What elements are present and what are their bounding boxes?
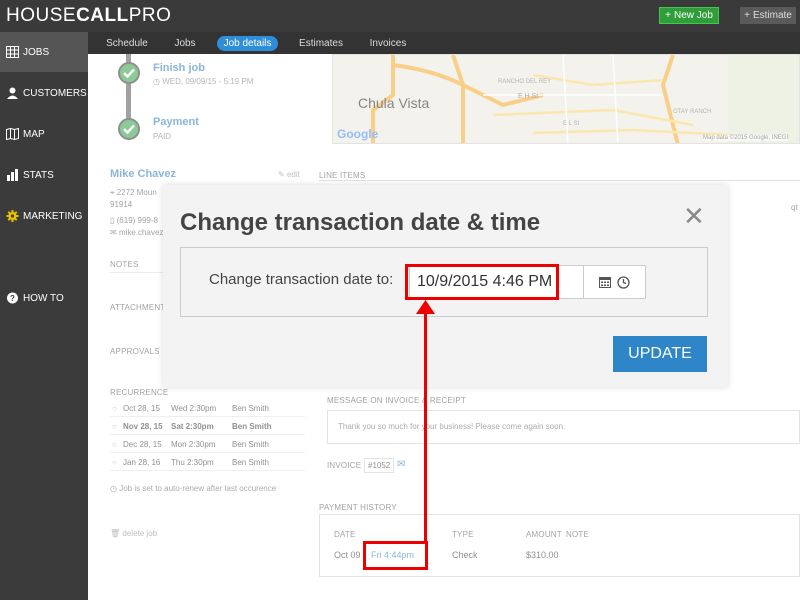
sidebar-label-map: MAP xyxy=(23,128,45,140)
job-tabs: Schedule Jobs Job details Estimates Invo… xyxy=(88,32,800,54)
svg-text:?: ? xyxy=(10,294,15,303)
sidebar-item-customers[interactable]: CUSTOMERS xyxy=(0,73,88,113)
estimate-label: Estimate xyxy=(752,10,792,21)
sidebar-item-how-to[interactable]: ? HOW TO xyxy=(0,278,88,318)
sidebar-label-how-to: HOW TO xyxy=(23,292,64,304)
new-job-label: New Job xyxy=(673,10,713,21)
date-picker-buttons xyxy=(584,265,646,299)
close-icon[interactable]: ✕ xyxy=(683,201,705,232)
tab-invoices[interactable]: Invoices xyxy=(364,36,412,51)
brand-part2: CALL xyxy=(76,5,129,26)
sidebar-label-marketing: MARKETING xyxy=(23,210,83,222)
estimate-button[interactable]: + Estimate xyxy=(740,7,796,24)
sidebar-item-map[interactable]: MAP xyxy=(0,114,88,154)
brand-part3: PRO xyxy=(128,5,172,26)
tab-schedule[interactable]: Schedule xyxy=(102,36,152,51)
brand-logo[interactable]: HOUSECALLPRO xyxy=(6,5,171,27)
new-job-button[interactable]: + New Job xyxy=(659,7,719,24)
annotation-time-highlight xyxy=(363,541,428,570)
tab-estimates[interactable]: Estimates xyxy=(295,36,347,51)
tab-jobs[interactable]: Jobs xyxy=(168,36,202,51)
change-date-label: Change transaction date to: xyxy=(209,271,394,288)
annotation-date-highlight xyxy=(405,264,559,300)
annotation-arrow-line xyxy=(424,312,427,541)
sidebar-label-customers: CUSTOMERS xyxy=(23,87,87,99)
sidebar-item-jobs[interactable]: JOBS xyxy=(0,32,88,72)
calendar-icon[interactable] xyxy=(599,276,611,288)
brand-part1: HOUSE xyxy=(6,5,77,26)
map-icon xyxy=(6,128,19,140)
top-bar: HOUSECALLPRO + New Job + Estimate xyxy=(0,0,800,32)
annotation-arrowhead xyxy=(416,300,435,314)
update-button[interactable]: UPDATE xyxy=(613,336,707,372)
person-icon xyxy=(7,87,18,99)
modal-title: Change transaction date & time xyxy=(180,209,541,236)
plus-icon: + xyxy=(665,10,671,21)
bar-chart-icon xyxy=(7,169,18,181)
clock-icon[interactable] xyxy=(617,275,630,289)
sidebar-item-marketing[interactable]: MARKETING xyxy=(0,196,88,236)
question-icon: ? xyxy=(7,292,18,304)
tab-job-details[interactable]: Job details xyxy=(217,36,278,51)
sidebar: JOBS CUSTOMERS MAP STATS MARKETING ? HOW… xyxy=(0,32,88,600)
sidebar-item-stats[interactable]: STATS xyxy=(0,155,88,195)
sidebar-label-jobs: JOBS xyxy=(23,46,50,58)
calendar-grid-icon xyxy=(6,46,19,58)
sidebar-label-stats: STATS xyxy=(23,169,54,181)
gear-icon xyxy=(6,210,19,222)
plus-icon: + xyxy=(744,10,750,21)
